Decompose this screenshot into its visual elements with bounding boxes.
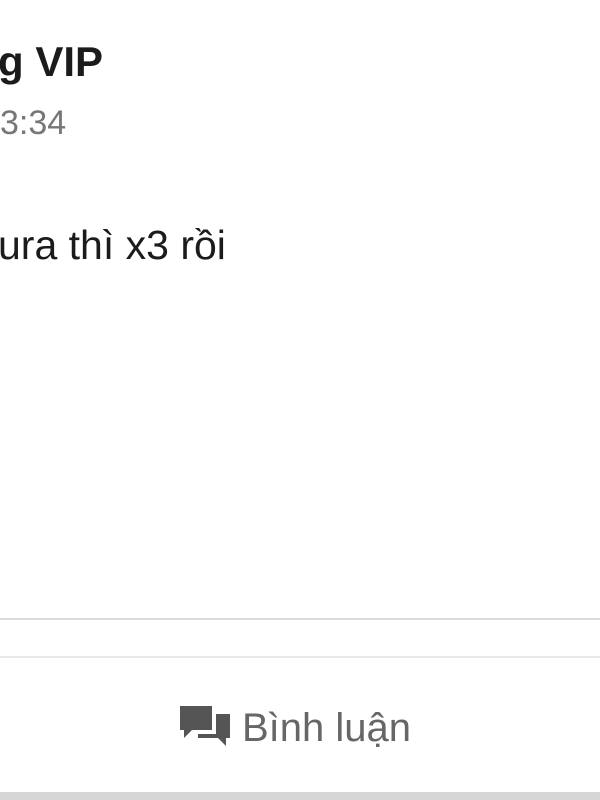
comment-button-content[interactable]: Bình luận — [178, 704, 411, 752]
bottom-separator — [0, 792, 600, 800]
comment-button-label: Bình luận — [242, 705, 412, 750]
divider — [0, 618, 600, 620]
author-name[interactable]: g VIP — [0, 38, 103, 86]
post-timestamp: 3:34 — [0, 104, 67, 142]
comment-button[interactable]: Bình luận — [0, 660, 600, 792]
divider — [0, 656, 600, 658]
comments-icon — [178, 704, 232, 752]
post-body-text: ura thì x3 rồi — [0, 222, 226, 268]
post-card: g VIP 3:34 ura thì x3 rồi Bình luận — [0, 0, 600, 800]
